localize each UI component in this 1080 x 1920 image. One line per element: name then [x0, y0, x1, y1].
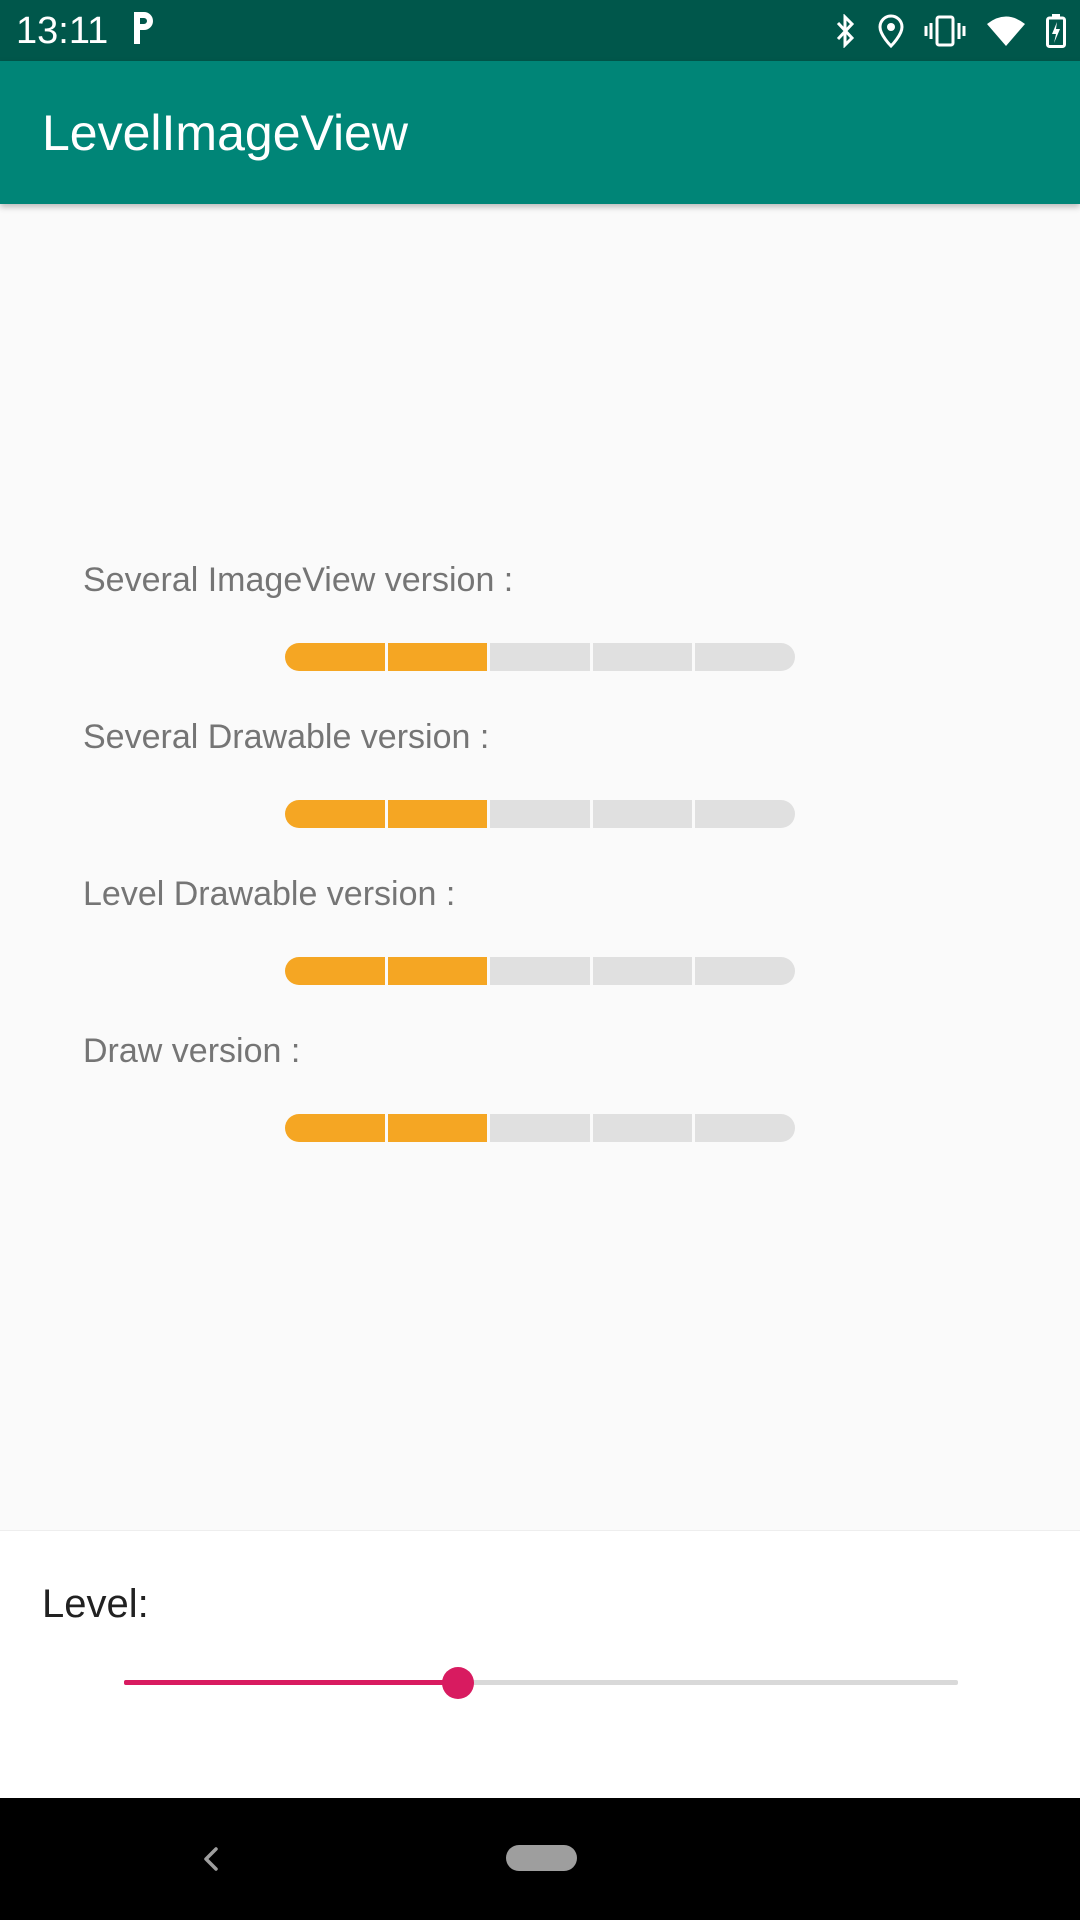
battery-icon	[1046, 14, 1066, 48]
wifi-icon	[987, 16, 1025, 46]
bluetooth-icon	[836, 14, 855, 48]
level-segment-empty	[695, 957, 795, 985]
level-segment-filled	[285, 643, 385, 671]
slider-fill	[124, 1680, 458, 1685]
level-segment-empty	[592, 957, 693, 985]
navigation-bar	[0, 1798, 1080, 1920]
level-heading: Level:	[42, 1582, 149, 1626]
level-segment-empty	[592, 800, 693, 828]
level-indicator	[285, 957, 795, 985]
level-segment-empty	[490, 800, 590, 828]
location-icon	[878, 14, 904, 48]
level-segment-filled	[285, 800, 385, 828]
level-segment-empty	[592, 1114, 693, 1142]
level-segment-empty	[490, 957, 590, 985]
level-segment-filled	[387, 957, 488, 985]
level-indicator	[285, 800, 795, 828]
parking-icon	[134, 12, 153, 44]
level-segment-empty	[592, 643, 693, 671]
level-segment-empty	[695, 800, 795, 828]
level-control-panel: Level:	[0, 1530, 1080, 1799]
vibrate-icon	[924, 15, 966, 47]
level-segment-empty	[490, 643, 590, 671]
section-label: Several ImageView version :	[83, 561, 514, 599]
level-indicator	[285, 1114, 795, 1142]
section-label: Level Drawable version :	[83, 875, 456, 913]
section-label: Several Drawable version :	[83, 718, 490, 756]
level-segment-empty	[490, 1114, 590, 1142]
back-icon[interactable]	[196, 1840, 226, 1878]
level-indicator	[285, 643, 795, 671]
section-label: Draw version :	[83, 1032, 301, 1070]
level-segment-filled	[285, 957, 385, 985]
level-slider[interactable]	[124, 1661, 958, 1705]
app-bar: LevelImageView	[0, 61, 1080, 204]
level-segment-filled	[387, 1114, 488, 1142]
slider-thumb[interactable]	[441, 1667, 474, 1699]
level-segment-empty	[695, 1114, 795, 1142]
home-pill-button[interactable]	[506, 1845, 577, 1871]
level-segment-empty	[695, 643, 795, 671]
status-bar: 13:11	[0, 0, 1080, 61]
level-segment-filled	[387, 643, 488, 671]
status-time: 13:11	[16, 10, 109, 52]
level-segment-filled	[387, 800, 488, 828]
app-title: LevelImageView	[42, 105, 408, 161]
level-segment-filled	[285, 1114, 385, 1142]
